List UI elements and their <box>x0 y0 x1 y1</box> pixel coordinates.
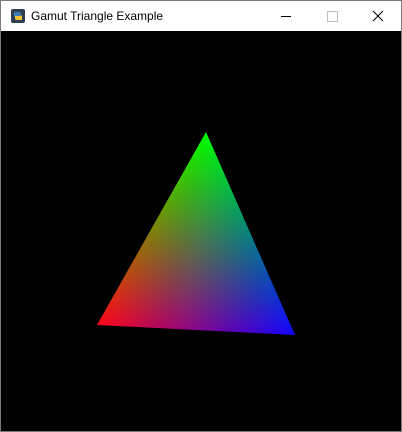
maximize-button[interactable] <box>309 1 355 31</box>
close-icon <box>372 10 384 22</box>
title-bar[interactable]: Gamut Triangle Example <box>1 1 401 31</box>
minimize-button[interactable] <box>263 1 309 31</box>
app-window: Gamut Triangle Example <box>0 0 402 432</box>
window-title: Gamut Triangle Example <box>31 9 164 23</box>
python-icon <box>10 8 26 24</box>
close-button[interactable] <box>355 1 401 31</box>
maximize-icon <box>327 11 338 22</box>
render-canvas[interactable] <box>1 31 401 431</box>
gamut-triangle-view <box>1 31 401 431</box>
minimize-icon <box>281 16 291 17</box>
